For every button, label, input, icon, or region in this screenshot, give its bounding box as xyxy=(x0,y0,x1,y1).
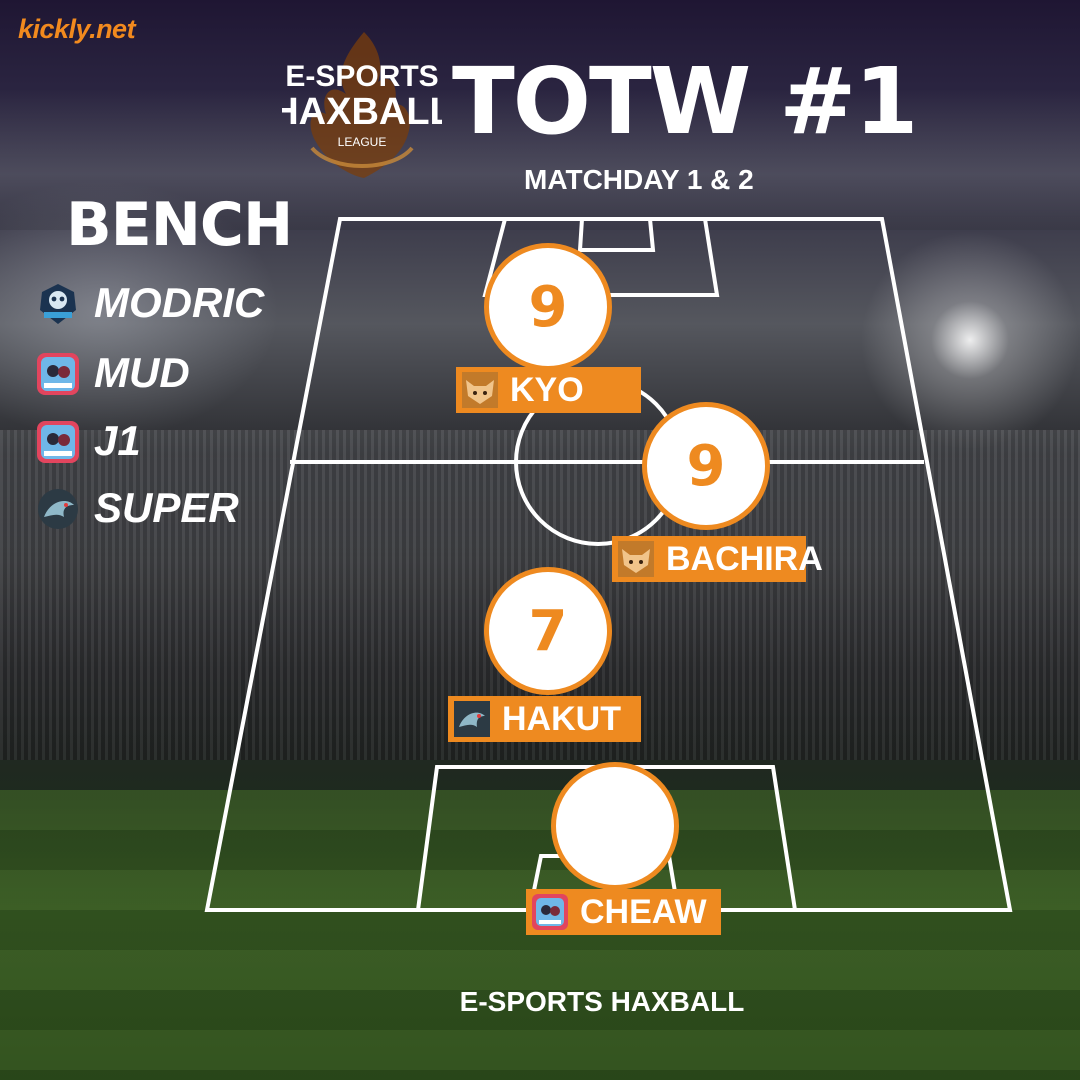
player-name: CHEAW xyxy=(580,892,707,931)
top-goal-box xyxy=(577,218,656,252)
player-name: KYO xyxy=(510,370,584,409)
player-name-tag: HAKUT xyxy=(448,696,641,742)
team-crest-pink-icon xyxy=(532,894,568,930)
rating-circle xyxy=(551,762,679,890)
rating-circle: 7 xyxy=(484,567,612,695)
fox-mask-icon xyxy=(462,372,498,408)
player-name-tag: KYO xyxy=(456,367,641,413)
player-name-tag: BACHIRA xyxy=(612,536,823,582)
footer-text: E-SPORTS HAXBALL xyxy=(459,986,745,1017)
dragon-icon xyxy=(454,701,490,737)
fox-mask-icon xyxy=(618,541,654,577)
player-name-tag: CHEAW xyxy=(526,889,721,935)
player-name: HAKUT xyxy=(502,699,621,738)
player-name: BACHIRA xyxy=(666,539,823,578)
rating-circle: 9 xyxy=(484,243,612,371)
rating-circle: 9 xyxy=(642,402,770,530)
